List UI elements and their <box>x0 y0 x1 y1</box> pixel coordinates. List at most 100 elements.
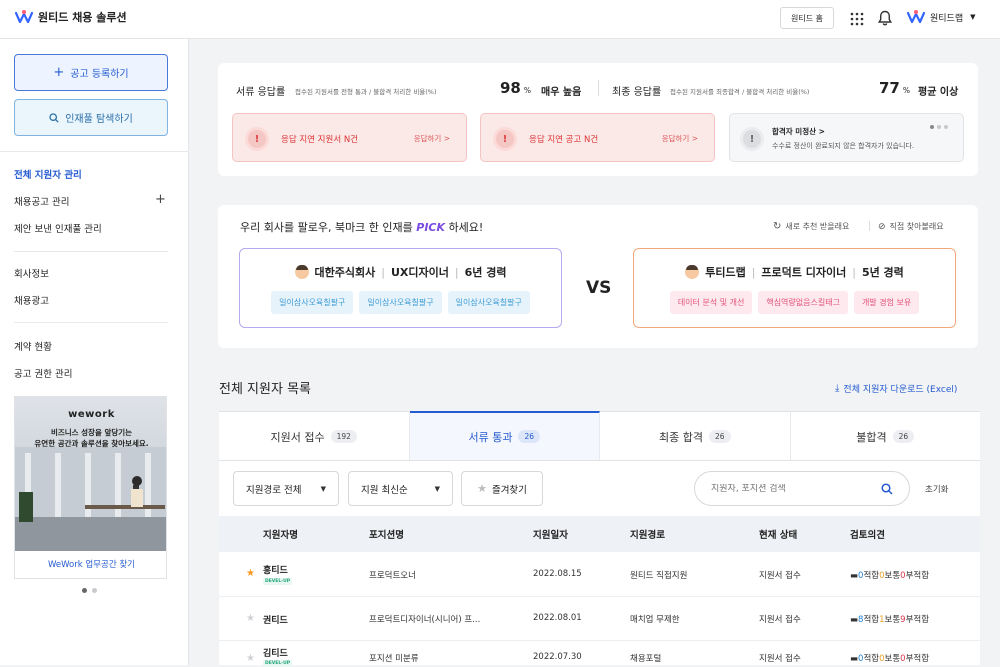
notice-pager[interactable] <box>930 125 948 129</box>
favorites-label: 즐겨찾기 <box>491 484 527 496</box>
unsettled-notice[interactable]: ! 합격자 미정산 > 수수료 정산이 완료되지 않은 합격자가 있습니다. <box>729 113 964 162</box>
sort-dropdown[interactable]: 지원 최신순 ▼ <box>348 471 453 506</box>
sidebar-item-permissions[interactable]: 공고 권한 관리 <box>14 366 72 380</box>
wanted-home-button[interactable]: 원티드 홈 <box>780 7 834 29</box>
candidate-card-left[interactable]: 대한주식회사 | UX디자이너 | 6년 경력 일이삼사오육칠팔구 일이삼사오육… <box>239 248 562 328</box>
respond-link[interactable]: 응답하기 > <box>414 133 450 144</box>
applicant-name[interactable]: 권티드 <box>263 613 288 626</box>
new-recommend-label: 새로 추천 받을래요 <box>785 222 850 231</box>
search-input[interactable] <box>711 483 871 494</box>
search-icon[interactable] <box>881 482 893 495</box>
banner-pager[interactable] <box>82 588 97 593</box>
tab-received[interactable]: 지원서 접수 192 <box>219 411 410 460</box>
route-filter-dropdown[interactable]: 지원경로 전체 ▼ <box>233 471 339 506</box>
star-icon[interactable]: ★ <box>246 653 255 664</box>
table-row[interactable]: ★ 권티드 프로덕트디자이너(시니어) 프... 2022.08.01 매치업 … <box>219 597 980 641</box>
separator: | <box>751 265 756 279</box>
review-mid-label: 보통 <box>884 654 901 664</box>
notice-title[interactable]: 합격자 미정산 > <box>772 126 825 137</box>
review-no-label: 부적합 <box>905 615 930 625</box>
review-ok-label: 적합 <box>863 571 880 581</box>
office-illustration <box>15 447 166 551</box>
sidebar-item-job-posts[interactable]: 채용공고 관리 <box>14 194 69 208</box>
search-talent-button[interactable]: 인재풀 탐색하기 <box>14 99 168 136</box>
post-job-button[interactable]: + 공고 등록하기 <box>14 54 168 91</box>
pager-dot[interactable] <box>82 588 87 593</box>
tab-label: 서류 통과 <box>468 430 513 444</box>
candidate-role: 프로덕트 디자이너 <box>761 266 847 279</box>
star-icon[interactable]: ★ <box>246 568 255 579</box>
current-status: 지원서 접수 <box>759 571 801 581</box>
banner-line-2: 유연한 공간과 솔루션을 찾아보세요. <box>34 439 149 448</box>
column-header[interactable]: 포지션명 <box>369 527 404 541</box>
final-rate-number: 77 <box>879 79 900 97</box>
column-header[interactable]: 검토의견 <box>850 527 885 541</box>
delayed-posts-alert[interactable]: ! 응답 지연 공고 N건 응답하기 > <box>480 113 715 162</box>
wework-banner[interactable]: wework 비즈니스 성장을 앞당기는 유연한 공간과 솔루션을 찾아보세요.… <box>14 396 167 579</box>
logo[interactable]: 원티드 채용 솔루션 <box>14 9 127 25</box>
plus-icon[interactable]: + <box>155 192 166 207</box>
wework-link[interactable]: WeWork 업무공간 찾기 <box>15 558 166 570</box>
new-recommend-button[interactable]: ↻ 새로 추천 받을래요 <box>773 221 849 232</box>
sidebar-item-contracts[interactable]: 계약 현황 <box>14 339 52 353</box>
vs-label: VS <box>586 278 612 298</box>
doc-rate-value: 98% <box>500 79 531 97</box>
download-excel-button[interactable]: ⤓ 전체 지원자 다운로드 (Excel) <box>835 382 957 395</box>
tab-count-badge: 192 <box>330 430 357 443</box>
tab-rejected[interactable]: 불합격 26 <box>791 411 981 460</box>
plus-icon: + <box>53 65 65 80</box>
review-mid-label: 보통 <box>884 571 901 581</box>
tab-doc-passed[interactable]: 서류 통과 26 <box>409 411 600 460</box>
top-bar: 원티드 채용 솔루션 원티드 홈 원티드랩 ▼ <box>0 0 1000 39</box>
respond-link[interactable]: 응답하기 > <box>662 133 698 144</box>
sidebar-item-job-ads[interactable]: 채용광고 <box>14 293 49 307</box>
find-directly-button[interactable]: ⊘ 직접 찾아볼래요 <box>878 221 944 232</box>
tab-count-badge: 26 <box>708 430 731 443</box>
reset-button[interactable]: 초기화 <box>925 483 948 495</box>
column-header[interactable]: 지원자명 <box>263 527 298 541</box>
tab-final-passed[interactable]: 최종 합격 26 <box>600 411 791 460</box>
info-icon: ! <box>740 127 764 151</box>
devel-up-badge: DEVEL-UP <box>263 578 293 585</box>
apps-grid-icon[interactable] <box>850 12 864 26</box>
company-name: 원티드랩 <box>930 13 964 24</box>
tab-label: 지원서 접수 <box>270 430 325 444</box>
apply-route: 채용포털 <box>630 654 662 664</box>
applicant-name[interactable]: 홍티드 <box>263 563 288 576</box>
column-header[interactable]: 지원일자 <box>533 527 568 541</box>
skill-tag: 핵심역량없음스킬태그 <box>758 291 848 314</box>
candidate-header: 투티드랩 | 프로덕트 디자이너 | 5년 경력 <box>634 264 955 280</box>
favorites-button[interactable]: ★ 즐겨찾기 <box>461 471 543 506</box>
review-opinions: ▬0적합0보통0부적합 <box>850 569 929 581</box>
caret-down-icon: ▼ <box>434 484 440 493</box>
column-header[interactable]: 지원경로 <box>630 527 665 541</box>
candidate-card-right[interactable]: 투티드랩 | 프로덕트 디자이너 | 5년 경력 데이터 분석 및 개선 핵심역… <box>633 248 956 328</box>
compass-icon: ⊘ <box>878 221 886 232</box>
alert-title: 응답 지연 공고 N건 <box>529 135 599 145</box>
pager-dot[interactable] <box>92 588 97 593</box>
search-box[interactable] <box>694 471 910 506</box>
company-menu[interactable]: 원티드랩 ▼ <box>906 9 976 25</box>
sidebar-item-sent-offers[interactable]: 제안 보낸 인재풀 관리 <box>14 221 102 235</box>
notice-desc: 수수료 정산이 완료되지 않은 합격자가 있습니다. <box>772 142 915 150</box>
sidebar-item-company-info[interactable]: 회사정보 <box>14 266 49 280</box>
logo-text: 원티드 채용 솔루션 <box>38 11 127 24</box>
alert-icon: ! <box>493 127 517 151</box>
pick-word: PICK <box>416 221 446 234</box>
wanted-logo-icon <box>14 10 34 24</box>
delayed-applications-alert[interactable]: ! 응답 지연 지원서 N건 응답하기 > <box>232 113 467 162</box>
bell-icon[interactable] <box>878 10 892 26</box>
table-row[interactable]: ★ 김티드 DEVEL-UP 포지션 미분류 2022.07.30 채용포털 지… <box>219 641 980 667</box>
table-header: 지원자명 포지션명 지원일자 지원경로 현재 상태 검토의견 <box>219 516 980 552</box>
doc-rate-label: 서류 응답률 <box>236 87 286 98</box>
skill-tags: 일이삼사오육칠팔구 일이삼사오육칠팔구 일이삼사오육칠팔구 <box>240 291 561 314</box>
sort-value: 지원 최신순 <box>361 484 408 496</box>
pick-title-text: 우리 회사를 팔로우, 북마크 한 인재를 <box>240 221 417 234</box>
star-icon[interactable]: ★ <box>246 613 255 624</box>
applicant-name[interactable]: 김티드 <box>263 646 288 659</box>
column-header[interactable]: 현재 상태 <box>759 527 797 541</box>
table-row[interactable]: ★ 홍티드 DEVEL-UP 프로덕트오너 2022.08.15 원티드 직접지… <box>219 552 980 597</box>
review-opinions: ▬8적합1보통9부적합 <box>850 613 929 625</box>
skill-tag: 개발 경험 보유 <box>853 291 920 314</box>
sidebar-item-all-applicants[interactable]: 전체 지원자 관리 <box>14 167 82 181</box>
